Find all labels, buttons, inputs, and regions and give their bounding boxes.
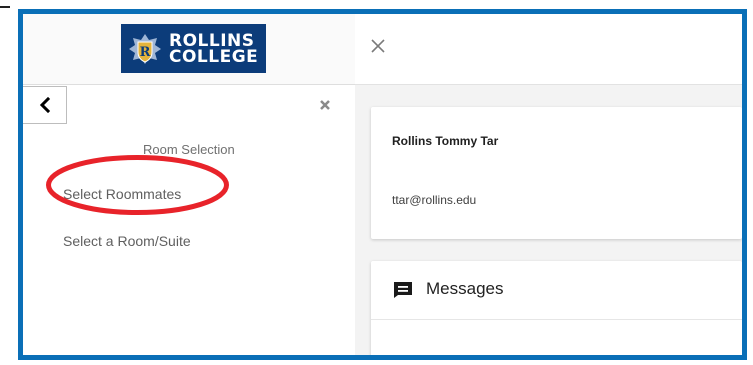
main-content: Rollins Tommy Tar ttar@rollins.edu Messa… [355,85,742,355]
close-icon [320,100,330,110]
logo-text: ROLLINS COLLEGE [169,32,259,67]
back-button[interactable] [23,86,67,124]
message-icon [394,282,412,298]
sidebar-close-button[interactable] [319,98,331,110]
svg-text:R: R [140,45,151,60]
messages-header[interactable]: Messages [371,261,742,320]
top-bar [355,14,742,85]
close-button[interactable] [371,39,385,53]
screenshot-frame: R ROLLINS COLLEGE Room Selection Select … [18,9,747,360]
close-icon [371,39,385,53]
corner-mark [0,6,10,8]
logo-area: R ROLLINS COLLEGE [23,14,355,85]
rollins-logo[interactable]: R ROLLINS COLLEGE [121,24,266,73]
logo-line2: COLLEGE [169,46,259,67]
sidebar: R ROLLINS COLLEGE Room Selection Select … [23,14,356,355]
user-card: Rollins Tommy Tar ttar@rollins.edu [371,107,742,239]
chevron-left-icon [39,97,50,113]
messages-title: Messages [426,279,504,298]
messages-card: Messages [371,261,742,355]
crest-icon: R [127,32,163,66]
sidebar-item-select-room-suite[interactable]: Select a Room/Suite [63,233,191,249]
user-email: ttar@rollins.edu [392,193,477,207]
highlight-circle [46,155,229,215]
user-name: Rollins Tommy Tar [392,134,499,148]
